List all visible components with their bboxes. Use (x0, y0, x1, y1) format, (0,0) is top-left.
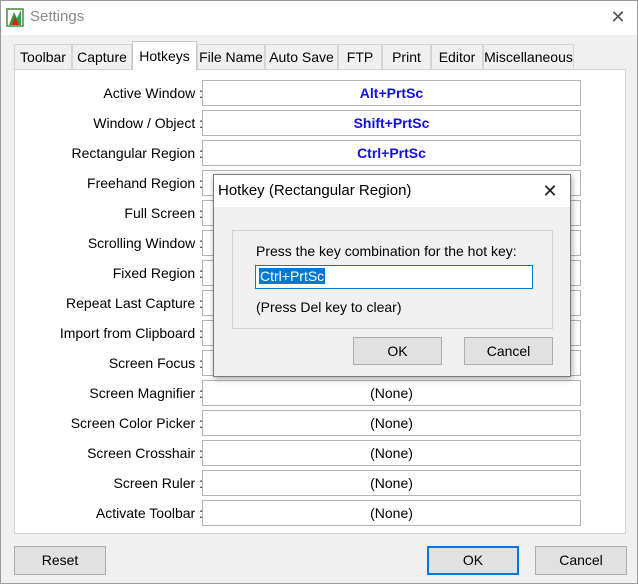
hotkey-label: Screen Crosshair : (87, 445, 203, 461)
hotkey-field-rectangular-region[interactable]: Ctrl+PrtSc (202, 140, 581, 166)
hotkey-label: Freehand Region : (87, 175, 203, 191)
app-logo-icon (6, 8, 24, 27)
hotkey-row-window-object: Window / Object : Shift+PrtSc (15, 110, 627, 138)
hotkey-label: Screen Magnifier : (89, 385, 203, 401)
tab-capture[interactable]: Capture (72, 44, 132, 69)
hotkey-label: Repeat Last Capture : (66, 295, 203, 311)
hotkey-label: Fixed Region : (112, 265, 203, 281)
tab-auto-save[interactable]: Auto Save (265, 44, 338, 69)
hotkey-label: Window / Object : (93, 115, 203, 131)
hotkey-field-screen-magnifier[interactable]: (None) (202, 380, 581, 406)
tab-miscellaneous[interactable]: Miscellaneous (483, 44, 574, 69)
settings-window: Settings ✕ Toolbar Capture Hotkeys File … (0, 0, 638, 584)
dialog-cancel-button[interactable]: Cancel (464, 337, 553, 365)
dialog-title: Hotkey (Rectangular Region) (218, 182, 412, 199)
hotkey-row-screen-crosshair: Screen Crosshair : (None) (15, 440, 627, 468)
hotkey-field-activate-toolbar[interactable]: (None) (202, 500, 581, 526)
tab-toolbar[interactable]: Toolbar (14, 44, 72, 69)
hotkey-row-screen-magnifier: Screen Magnifier : (None) (15, 380, 627, 408)
hotkey-label: Activate Toolbar : (95, 505, 203, 521)
close-icon: ✕ (610, 7, 626, 27)
hotkey-label: Scrolling Window : (87, 235, 203, 251)
dialog-title-bar: Hotkey (Rectangular Region) ✕ (214, 175, 570, 207)
hotkey-label: Rectangular Region : (71, 145, 203, 161)
dialog-close-button[interactable]: ✕ (538, 179, 562, 203)
hotkey-label: Screen Color Picker : (70, 415, 203, 431)
title-bar: Settings ✕ (1, 1, 637, 35)
tab-ftp[interactable]: FTP (338, 44, 382, 69)
ok-button[interactable]: OK (427, 546, 519, 575)
hotkey-label: Screen Ruler : (113, 475, 203, 491)
dialog-prompt: Press the key combination for the hot ke… (256, 243, 517, 259)
hotkey-label: Full Screen : (124, 205, 203, 221)
hotkey-input-value: Ctrl+PrtSc (259, 268, 326, 284)
close-button[interactable]: ✕ (605, 6, 631, 28)
hotkey-label: Import from Clipboard : (59, 325, 203, 341)
reset-button[interactable]: Reset (14, 546, 106, 575)
close-icon: ✕ (542, 181, 558, 201)
hotkey-field-window-object[interactable]: Shift+PrtSc (202, 110, 581, 136)
cancel-button[interactable]: Cancel (535, 546, 627, 575)
tab-print[interactable]: Print (382, 44, 431, 69)
dialog-ok-button[interactable]: OK (353, 337, 442, 365)
hotkey-input-group: Press the key combination for the hot ke… (232, 230, 553, 329)
hotkey-field-screen-color-picker[interactable]: (None) (202, 410, 581, 436)
tab-hotkeys[interactable]: Hotkeys (132, 41, 197, 70)
hotkey-field-active-window[interactable]: Alt+PrtSc (202, 80, 581, 106)
hotkey-input[interactable]: Ctrl+PrtSc (255, 265, 533, 289)
hotkey-label: Screen Focus : (108, 355, 203, 371)
hotkey-field-screen-ruler[interactable]: (None) (202, 470, 581, 496)
dialog-hint: (Press Del key to clear) (256, 299, 402, 315)
hotkey-row-activate-toolbar: Activate Toolbar : (None) (15, 500, 627, 528)
hotkey-row-screen-ruler: Screen Ruler : (None) (15, 470, 627, 498)
tab-file-name[interactable]: File Name (197, 44, 265, 69)
hotkey-row-screen-color-picker: Screen Color Picker : (None) (15, 410, 627, 438)
tab-editor[interactable]: Editor (431, 44, 483, 69)
hotkey-label: Active Window : (103, 85, 203, 101)
hotkey-row-active-window: Active Window : Alt+PrtSc (15, 80, 627, 108)
hotkey-row-rectangular-region: Rectangular Region : Ctrl+PrtSc (15, 140, 627, 168)
hotkey-dialog: Hotkey (Rectangular Region) ✕ Press the … (213, 174, 571, 377)
hotkey-field-screen-crosshair[interactable]: (None) (202, 440, 581, 466)
window-title: Settings (30, 8, 85, 25)
